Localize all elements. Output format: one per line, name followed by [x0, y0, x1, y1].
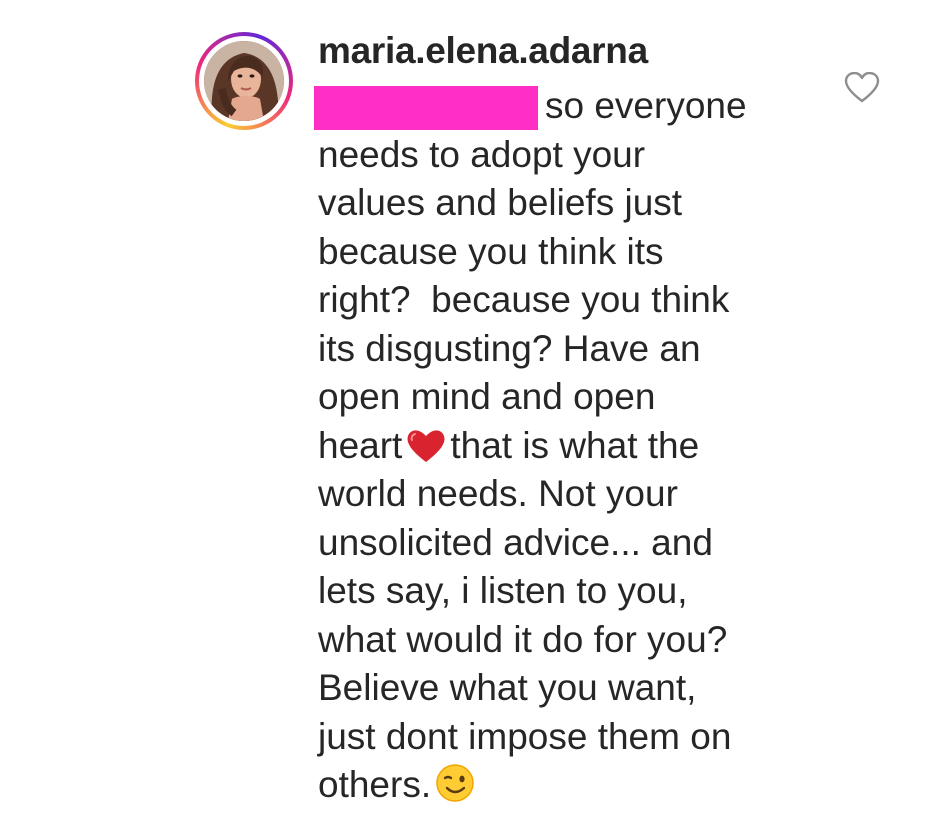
comment-line: values and beliefs just	[318, 182, 683, 223]
avatar-border	[199, 36, 289, 126]
comment-line: what would it do for you?	[318, 618, 728, 660]
comment-line: unsolicited advice... and	[318, 521, 713, 563]
comment-line: open mind and open	[318, 376, 656, 417]
username-link[interactable]: maria.elena.adarna	[318, 30, 648, 72]
comment-line: world needs. Not your	[318, 473, 678, 514]
comment-line: just dont impose them on	[318, 715, 732, 757]
comment-line-part: heart	[318, 424, 403, 466]
comment-line: needs to adopt your	[318, 133, 646, 175]
comment-line: lets say, i listen to you,	[318, 570, 688, 611]
comment: maria.elena.adarna so everyone needs to …	[0, 0, 945, 828]
comment-line-with-heart: heart that is what the	[318, 422, 838, 471]
red-heart-emoji	[406, 428, 446, 477]
avatar-image	[204, 41, 284, 121]
comment-line: its disgusting? Have an	[318, 327, 701, 369]
like-heart-outline-icon[interactable]	[844, 72, 880, 104]
comment-line: Believe what you want,	[318, 667, 697, 708]
comment-line: because you think its	[318, 230, 664, 272]
comment-line-part: others.	[318, 764, 432, 805]
avatar[interactable]	[204, 41, 284, 121]
comment-line: so everyone	[545, 85, 747, 126]
comment-line-with-wink: others.	[318, 761, 838, 810]
comment-line-part: that is what the	[450, 424, 700, 466]
winking-face-emoji	[435, 763, 475, 816]
comment-line: right? because you think	[318, 279, 730, 320]
avatar-story-ring[interactable]	[195, 32, 293, 130]
comment-text: so everyone needs to adopt your values a…	[318, 82, 838, 810]
